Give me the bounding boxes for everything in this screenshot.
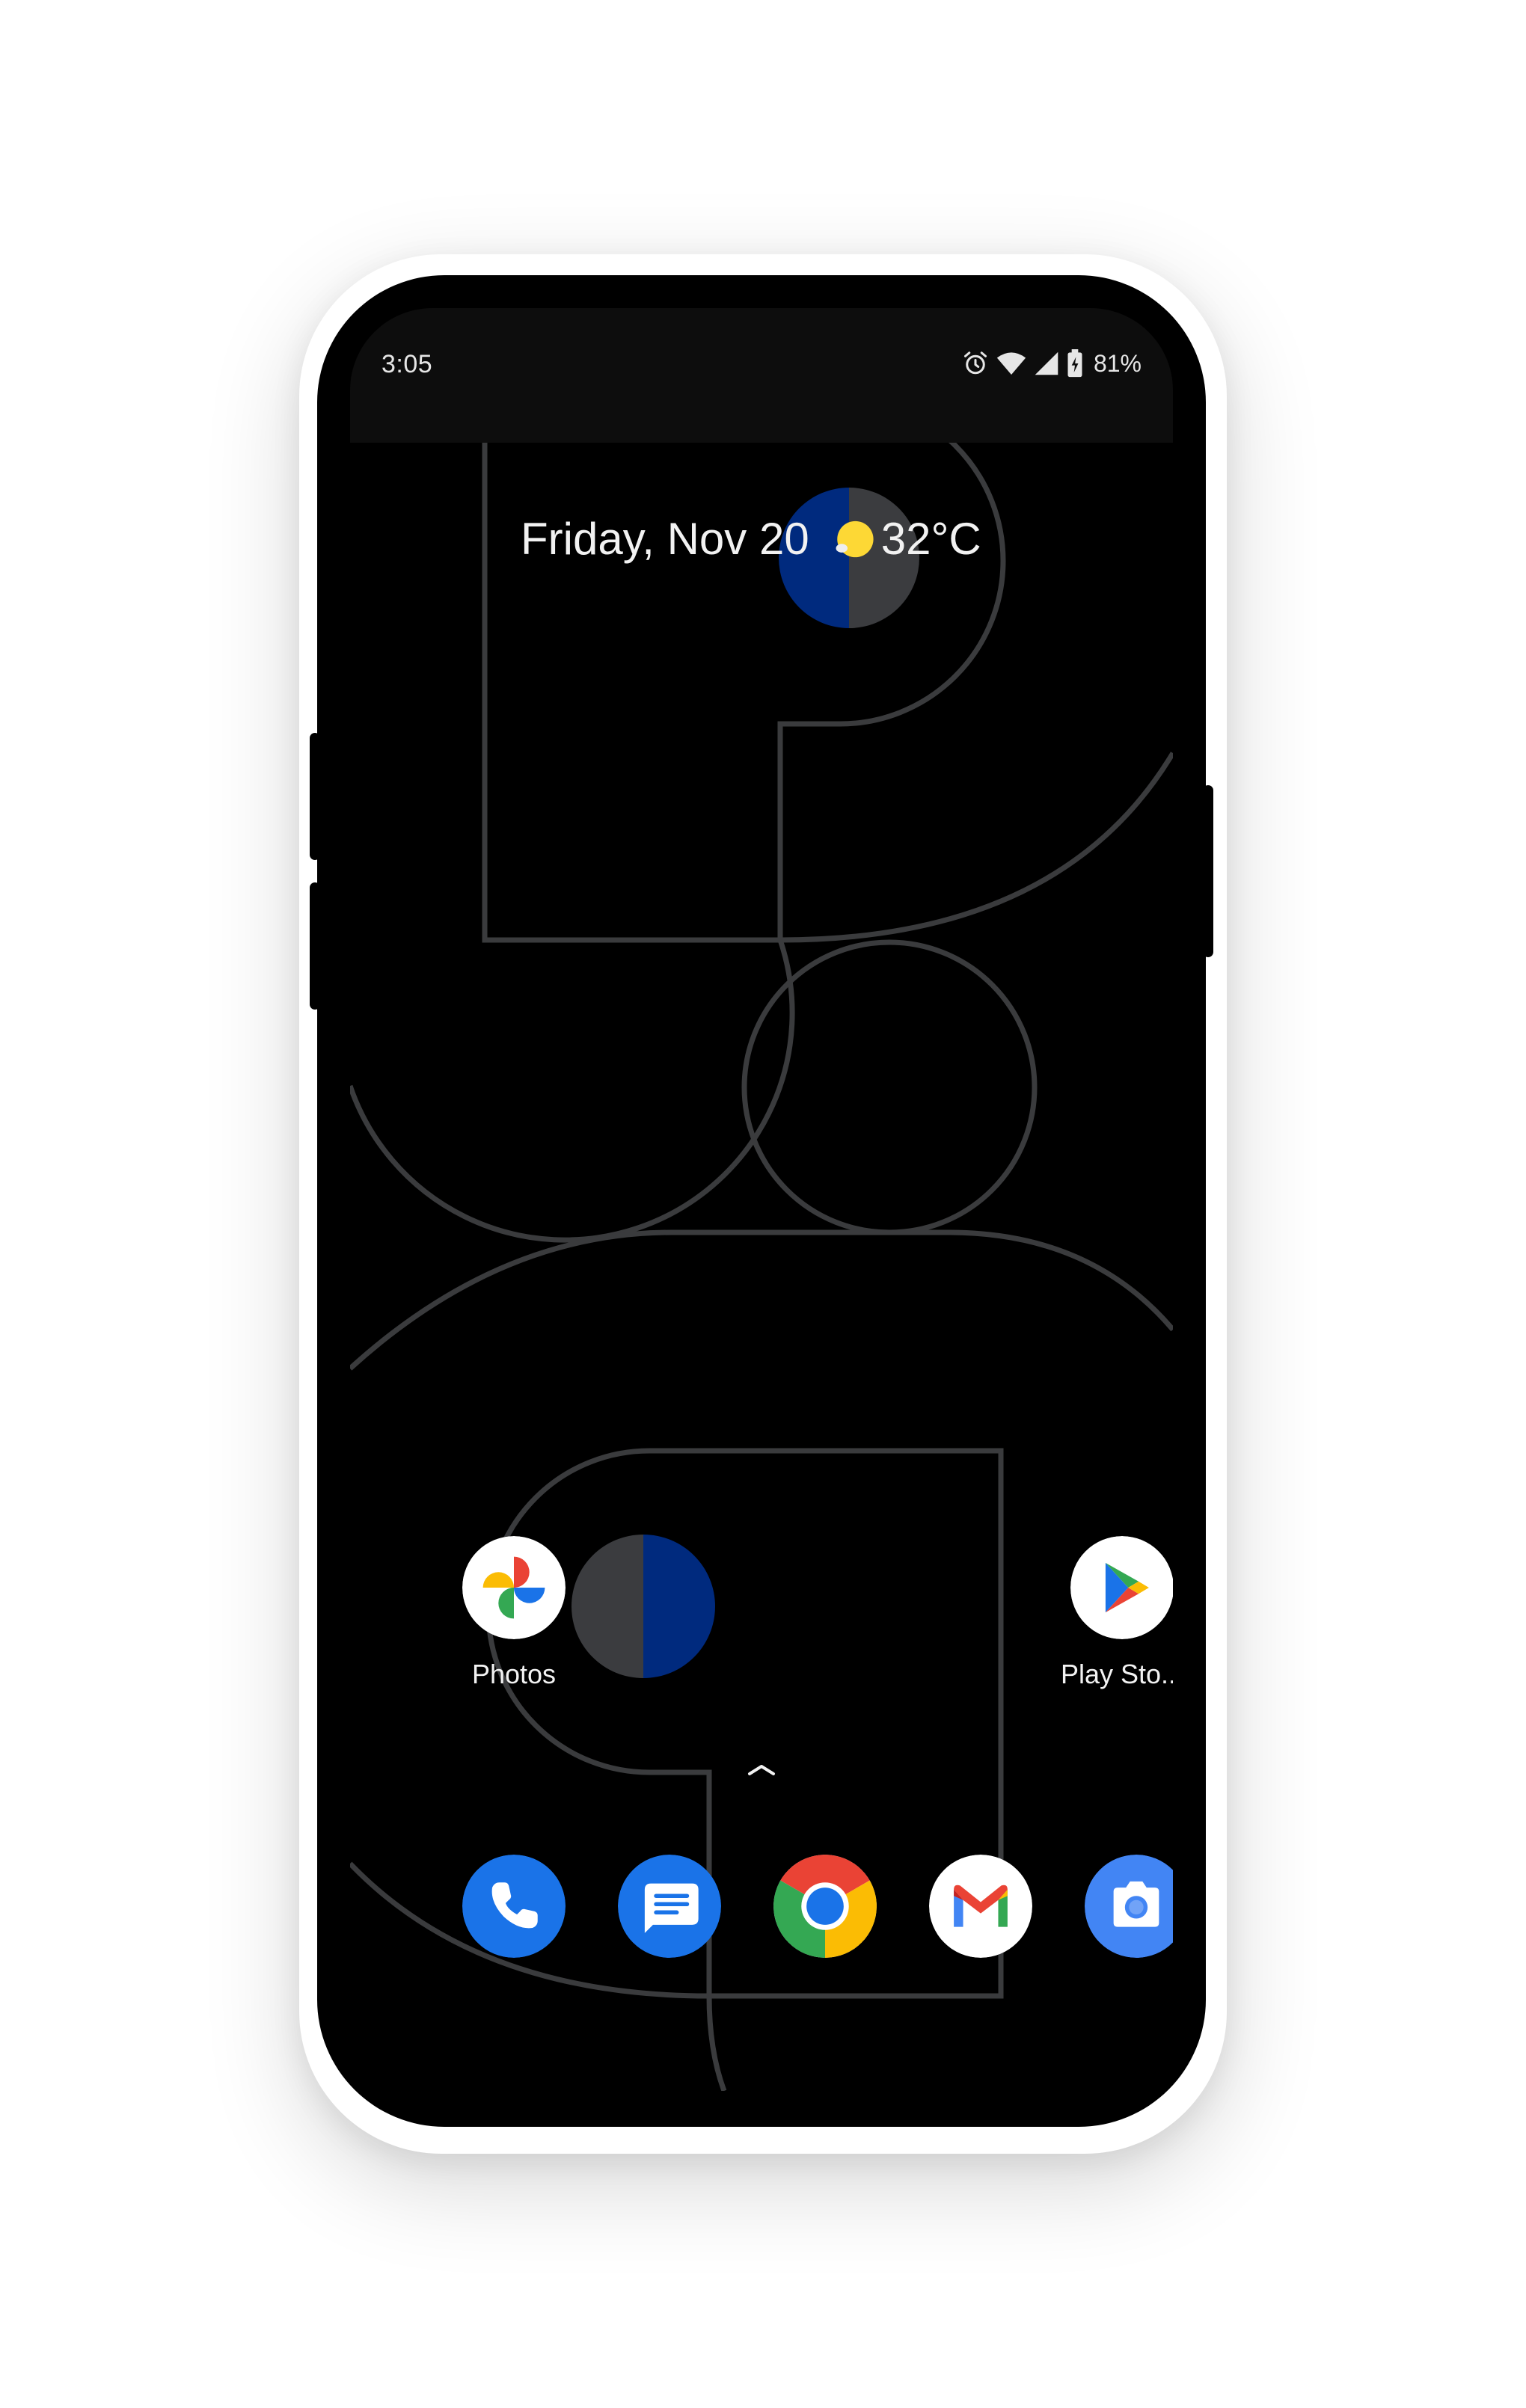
power-button <box>1203 785 1213 957</box>
chrome-icon <box>773 1855 877 1958</box>
sun-icon <box>836 520 874 557</box>
stage: 3:05 81% Friday, Nov 20 32°C Photos Play… <box>0 0 1526 2408</box>
chevron-up-icon[interactable] <box>739 1754 784 1784</box>
at-a-glance-widget[interactable]: Friday, Nov 20 32°C <box>521 513 981 565</box>
screen: 3:05 81% Friday, Nov 20 32°C Photos Play… <box>350 308 1173 2091</box>
photos-icon <box>462 1536 566 1639</box>
battery-charging-icon <box>1067 349 1082 378</box>
cell-signal-icon <box>1035 351 1058 375</box>
phone-icon <box>462 1855 566 1958</box>
alarm-icon <box>963 351 987 375</box>
wifi-icon <box>996 352 1026 375</box>
wallpaper <box>350 395 1173 2091</box>
dock-gmail[interactable] <box>906 1855 1055 1958</box>
dock-phone[interactable] <box>439 1855 589 1958</box>
messages-icon <box>618 1855 721 1958</box>
glance-date[interactable]: Friday, Nov 20 <box>521 513 809 565</box>
app-label: Play Sto... <box>1060 1659 1173 1689</box>
volume-button <box>310 733 320 860</box>
app-play-store[interactable]: Play Sto... <box>1047 1536 1173 1690</box>
camera-icon <box>1085 1855 1173 1958</box>
battery-percent: 81% <box>1093 349 1142 377</box>
play-store-icon <box>1070 1536 1173 1639</box>
gmail-icon <box>929 1855 1032 1958</box>
status-time: 3:05 <box>382 350 433 378</box>
volume-button-2 <box>310 882 320 1010</box>
dock-camera[interactable] <box>1061 1855 1173 1958</box>
dock-messages[interactable] <box>595 1855 744 1958</box>
status-icons: 81% <box>962 345 1142 381</box>
glance-temperature[interactable]: 32°C <box>881 513 981 565</box>
app-label: Photos <box>471 1659 557 1689</box>
app-photos[interactable]: Photos <box>439 1536 589 1690</box>
dock-chrome[interactable] <box>750 1855 900 1958</box>
